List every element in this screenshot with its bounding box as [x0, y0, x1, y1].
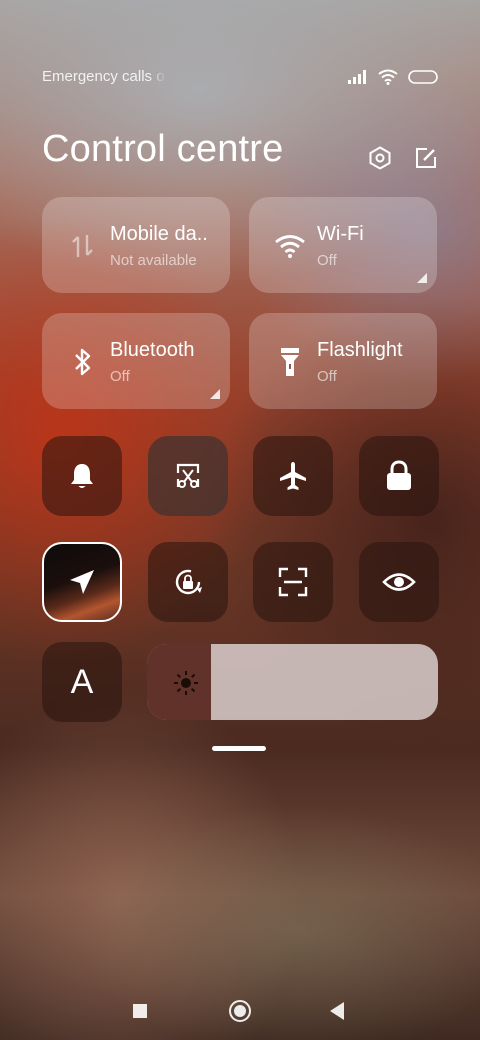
tile-mobile-data[interactable]: Mobile da.. Not available [42, 197, 230, 293]
location-icon [70, 570, 94, 594]
toggle-rotation-lock[interactable] [148, 542, 228, 622]
airplane-icon [280, 462, 306, 490]
toggle-reading-mode[interactable] [359, 542, 439, 622]
brightness-icon [174, 671, 198, 695]
status-bar: Emergency calls o [42, 66, 438, 88]
tile-status: Not available [110, 252, 197, 269]
tile-flashlight[interactable]: Flashlight Off [249, 313, 437, 409]
battery-icon [408, 70, 438, 84]
tile-status: Off [110, 368, 130, 385]
wifi-icon [378, 69, 398, 85]
settings-icon[interactable] [368, 146, 392, 170]
tile-label: Bluetooth [110, 339, 195, 361]
toggle-location[interactable] [42, 542, 122, 622]
font-size-icon: A [70, 662, 94, 701]
toggle-lock[interactable] [359, 436, 439, 516]
page-title: Control centre [42, 128, 284, 170]
toggle-scanner[interactable] [253, 542, 333, 622]
tile-label: Flashlight [317, 339, 403, 361]
tile-status: Off [317, 368, 337, 385]
flashlight-icon [273, 345, 307, 379]
lock-icon [387, 460, 411, 490]
toggle-sound[interactable] [42, 436, 122, 516]
expand-corner-icon[interactable] [210, 389, 220, 399]
brightness-slider[interactable] [147, 644, 438, 720]
back-button[interactable] [330, 1002, 344, 1020]
signal-icon [348, 70, 366, 84]
eye-icon [382, 573, 416, 591]
rotation-lock-icon [175, 569, 202, 595]
tile-wifi[interactable]: Wi-Fi Off [249, 197, 437, 293]
edit-icon[interactable] [414, 146, 438, 170]
toggle-screenshot[interactable] [148, 436, 228, 516]
toggle-airplane[interactable] [253, 436, 333, 516]
expand-corner-icon[interactable] [417, 273, 427, 283]
scan-icon [278, 567, 308, 597]
navigation-bar [0, 990, 480, 1034]
header: Control centre [42, 128, 438, 178]
tile-status: Off [317, 252, 337, 269]
drag-handle[interactable] [212, 746, 266, 751]
tile-label: Wi-Fi [317, 223, 364, 245]
wifi-icon [273, 229, 307, 263]
screenshot-icon [176, 463, 200, 488]
status-icons [348, 66, 438, 88]
carrier-text: Emergency calls o [42, 68, 165, 85]
home-button[interactable] [229, 1000, 251, 1022]
tile-bluetooth[interactable]: Bluetooth Off [42, 313, 230, 409]
font-size-button[interactable]: A [42, 642, 122, 722]
bluetooth-icon [66, 345, 100, 379]
recents-button[interactable] [133, 1004, 147, 1018]
mobile-data-icon [66, 229, 100, 263]
tile-label: Mobile da.. [110, 223, 208, 245]
bell-icon [71, 464, 93, 488]
